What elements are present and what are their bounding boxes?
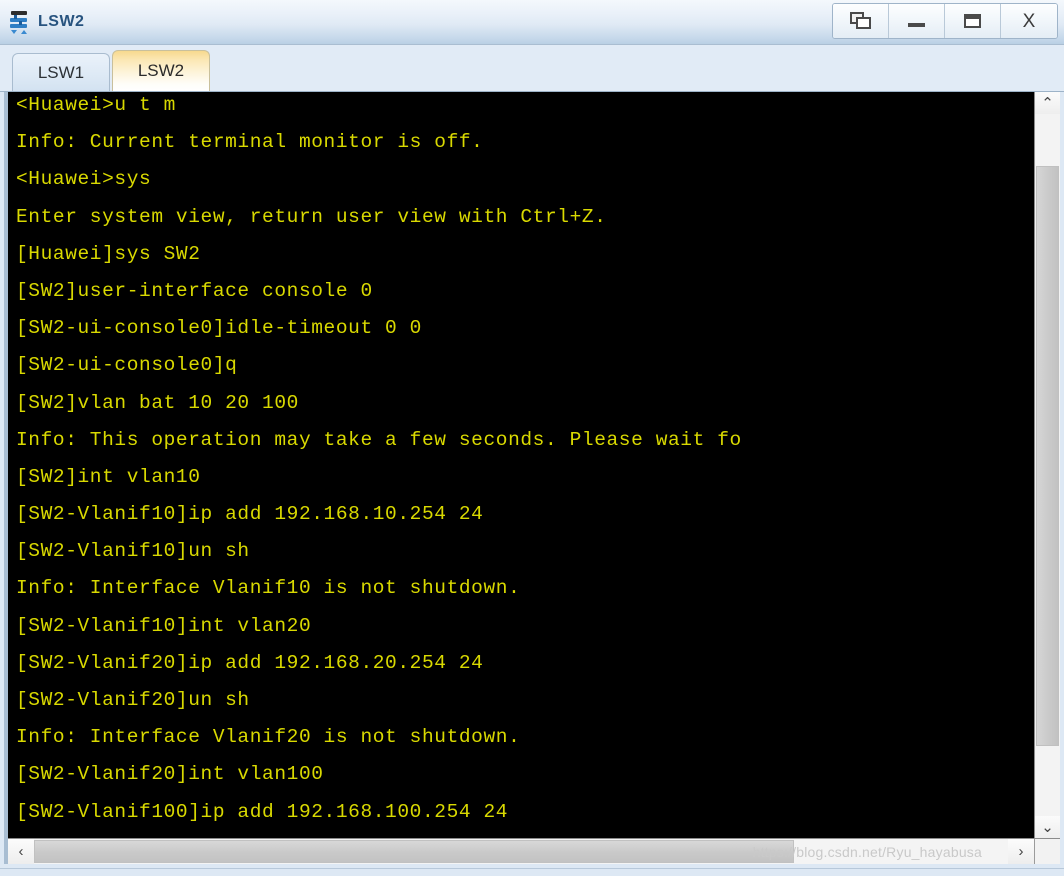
chevron-up-icon: ⌃ (1041, 94, 1054, 112)
chevron-right-icon: › (1018, 843, 1024, 860)
console-area: <Huawei>u t m Info: Current terminal moni… (0, 92, 1064, 868)
terminal-line: [SW2-Vlanif10]int vlan20 (16, 614, 312, 637)
window-controls: X (832, 3, 1058, 39)
horizontal-scroll-track[interactable]: https://blog.csdn.net/Ryu_hayabusa (34, 839, 1008, 864)
vertical-scroll-track[interactable] (1035, 114, 1060, 816)
tab-strip: LSW1 LSW2 (0, 45, 1064, 92)
switch-icon (8, 9, 32, 35)
scroll-down-button[interactable]: ⌄ (1035, 816, 1060, 838)
terminal-line: [SW2-Vlanif10]un sh (16, 540, 250, 563)
terminal-line: [SW2]vlan bat 10 20 100 (16, 391, 299, 414)
tab-lsw2-label: LSW2 (137, 61, 185, 80)
terminal-line: [SW2-Vlanif100]ip add 192.168.100.254 24 (16, 800, 509, 823)
scroll-right-button[interactable]: › (1008, 839, 1034, 864)
vertical-scroll-thumb[interactable] (1036, 166, 1059, 746)
terminal-line: <Huawei>u t m (16, 94, 176, 116)
terminal-line: Enter system view, return user view with… (16, 205, 607, 228)
terminal-text: <Huawei>u t m Info: Current terminal moni… (16, 92, 1034, 838)
terminal-line: [SW2-Vlanif20]un sh (16, 689, 250, 711)
terminal-line: [SW2-Vlanif20]ip add 192.168.20.254 24 (16, 651, 484, 674)
terminal-line: [Huawei]sys SW2 (16, 242, 201, 265)
close-button[interactable]: X (1001, 4, 1057, 38)
close-icon: X (1022, 10, 1036, 32)
terminal-output[interactable]: <Huawei>u t m Info: Current terminal moni… (8, 92, 1034, 838)
console-window: LSW2 X LSW1 LSW2 <Huawei>u t m Info: Cur… (0, 0, 1064, 876)
maximize-button[interactable] (945, 4, 1001, 38)
terminal-line: [SW2]user-interface console 0 (16, 279, 373, 302)
tab-lsw1-label: LSW1 (37, 62, 85, 82)
terminal-line: [SW2-ui-console0]idle-timeout 0 0 (16, 317, 422, 340)
tab-lsw2[interactable]: LSW2 (112, 50, 210, 91)
minimize-button[interactable] (889, 4, 945, 38)
restore-button[interactable] (833, 4, 889, 38)
horizontal-scrollbar[interactable]: ‹ https://blog.csdn.net/Ryu_hayabusa › (8, 838, 1060, 864)
scrollbar-corner (1034, 839, 1060, 864)
console-body: <Huawei>u t m Info: Current terminal moni… (8, 92, 1060, 838)
terminal-line: [SW2-ui-console0]q (16, 354, 238, 377)
horizontal-scroll-thumb[interactable] (34, 840, 794, 863)
terminal-line: Info: Current terminal monitor is off. (16, 131, 484, 154)
page-title: LSW2 (38, 13, 85, 30)
title-bar-left: LSW2 (0, 9, 84, 35)
restore-icon (849, 12, 872, 30)
terminal-line: [SW2-Vlanif100]un sh (16, 831, 1034, 839)
terminal-line: Info: Interface Vlanif20 is not shutdown… (16, 726, 521, 749)
chevron-down-icon: ⌄ (1041, 818, 1054, 836)
scroll-up-button[interactable]: ⌃ (1035, 92, 1060, 114)
window-bottom-edge (0, 868, 1064, 876)
terminal-line: Info: Interface Vlanif10 is not shutdown… (16, 577, 521, 600)
minimize-icon (908, 23, 925, 27)
title-bar: LSW2 X (0, 0, 1064, 45)
vertical-scrollbar[interactable]: ⌃ ⌄ (1034, 92, 1060, 838)
tab-lsw1[interactable]: LSW1 (12, 53, 110, 91)
terminal-line: Info: This operation may take a few seco… (16, 428, 742, 451)
terminal-line: [SW2]int vlan10 (16, 465, 201, 488)
terminal-line: [SW2-Vlanif10]ip add 192.168.10.254 24 (16, 503, 484, 526)
chevron-left-icon: ‹ (18, 843, 24, 860)
terminal-line: [SW2-Vlanif20]int vlan100 (16, 763, 324, 786)
maximize-icon (964, 14, 981, 28)
terminal-line: <Huawei>sys (16, 168, 152, 191)
console-frame: <Huawei>u t m Info: Current terminal moni… (4, 92, 1060, 864)
scroll-left-button[interactable]: ‹ (8, 839, 34, 864)
